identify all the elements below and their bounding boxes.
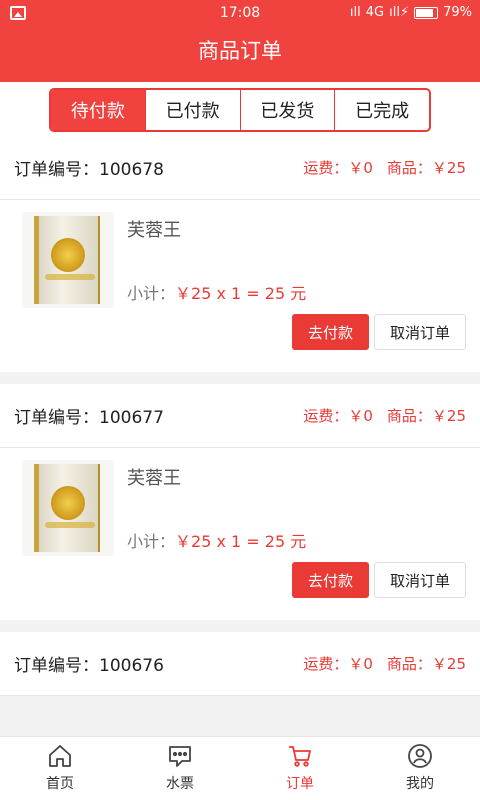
- shipping-fee: 运费：￥0: [303, 407, 373, 425]
- ticket-icon: [169, 746, 191, 767]
- nav-profile[interactable]: 我的: [360, 737, 480, 800]
- order-list: 订单编号：100678 运费：￥0 商品：￥25 芙蓉王 小计：￥25 x 1 …: [0, 136, 480, 708]
- order-item[interactable]: 芙蓉王 小计：￥25 x 1 = 25 元: [0, 200, 480, 308]
- battery-icon: [414, 6, 439, 19]
- order-actions: 去付款 取消订单: [0, 302, 480, 372]
- profile-icon: [408, 744, 432, 768]
- tab-pending-payment[interactable]: 待付款: [51, 90, 145, 130]
- order-actions: 去付款 取消订单: [0, 550, 480, 620]
- cigarette-pack-image: [34, 464, 100, 552]
- cart-icon: [289, 746, 311, 767]
- nav-home[interactable]: 首页: [0, 737, 120, 800]
- tab-paid[interactable]: 已付款: [144, 90, 240, 130]
- subtotal-calc: ￥25 x 1 = 25 元: [175, 532, 307, 551]
- shipping-fee: 运费：￥0: [303, 655, 373, 673]
- signal-icon: ıll: [349, 5, 361, 20]
- nav-orders-label: 订单: [286, 776, 314, 792]
- subtotal-label: 小计：: [127, 532, 176, 551]
- order-fees: 运费：￥0 商品：￥25: [303, 653, 466, 674]
- shipping-fee: 运费：￥0: [303, 159, 373, 177]
- product-name: 芙蓉王: [127, 468, 181, 489]
- order-fees: 运费：￥0 商品：￥25: [303, 157, 466, 178]
- product-name: 芙蓉王: [127, 220, 181, 241]
- battery-level: 79%: [443, 5, 472, 20]
- cigarette-pack-image: [34, 216, 100, 304]
- status-bar: 17:08 ıll 4G ıll⚡ 79%: [0, 0, 480, 28]
- order-header: 订单编号：100677 运费：￥0 商品：￥25: [0, 384, 480, 448]
- cancel-order-button[interactable]: 取消订单: [374, 562, 466, 598]
- subtotal-calc: ￥25 x 1 = 25 元: [175, 284, 307, 303]
- product-image: [22, 460, 114, 556]
- order-number: 订单编号：100678: [14, 160, 164, 180]
- bottom-navigation: 首页 水票 订单 我的: [0, 736, 480, 800]
- page-title: 商品订单: [198, 39, 282, 63]
- network-label: 4G: [365, 5, 385, 20]
- nav-home-label: 首页: [46, 776, 74, 792]
- pay-button[interactable]: 去付款: [292, 314, 369, 350]
- status-right: ıll 4G ıll⚡ 79%: [350, 5, 472, 20]
- order-status-tabs-bar: 待付款 已付款 已发货 已完成: [0, 82, 480, 136]
- order-card: 订单编号：100677 运费：￥0 商品：￥25 芙蓉王 小计：￥25 x 1 …: [0, 384, 480, 620]
- goods-price: 商品：￥25: [386, 655, 466, 673]
- product-image: [22, 212, 114, 308]
- signal-icon-2: ıll⚡: [389, 5, 410, 20]
- home-icon: [49, 745, 71, 767]
- tab-completed[interactable]: 已完成: [334, 90, 429, 130]
- pay-button[interactable]: 去付款: [292, 562, 369, 598]
- order-header: 订单编号：100678 运费：￥0 商品：￥25: [0, 136, 480, 200]
- order-number: 订单编号：100676: [14, 656, 164, 676]
- nav-ticket-label: 水票: [166, 776, 194, 792]
- tab-shipped[interactable]: 已发货: [239, 90, 335, 130]
- order-number: 订单编号：100677: [14, 408, 164, 428]
- cancel-order-button[interactable]: 取消订单: [374, 314, 466, 350]
- subtotal-label: 小计：: [127, 284, 176, 303]
- order-fees: 运费：￥0 商品：￥25: [303, 405, 466, 426]
- order-card: 订单编号：100676 运费：￥0 商品：￥25: [0, 632, 480, 696]
- goods-price: 商品：￥25: [386, 159, 466, 177]
- subtotal: 小计：￥25 x 1 = 25 元: [127, 528, 306, 552]
- nav-ticket[interactable]: 水票: [120, 737, 240, 800]
- page-header: 商品订单: [0, 28, 480, 82]
- order-header: 订单编号：100676 运费：￥0 商品：￥25: [0, 632, 480, 696]
- order-status-tabs: 待付款 已付款 已发货 已完成: [49, 88, 431, 132]
- order-card: 订单编号：100678 运费：￥0 商品：￥25 芙蓉王 小计：￥25 x 1 …: [0, 136, 480, 372]
- goods-price: 商品：￥25: [386, 407, 466, 425]
- nav-orders[interactable]: 订单: [240, 737, 360, 800]
- subtotal: 小计：￥25 x 1 = 25 元: [127, 280, 306, 304]
- order-item[interactable]: 芙蓉王 小计：￥25 x 1 = 25 元: [0, 448, 480, 556]
- nav-profile-label: 我的: [406, 776, 434, 792]
